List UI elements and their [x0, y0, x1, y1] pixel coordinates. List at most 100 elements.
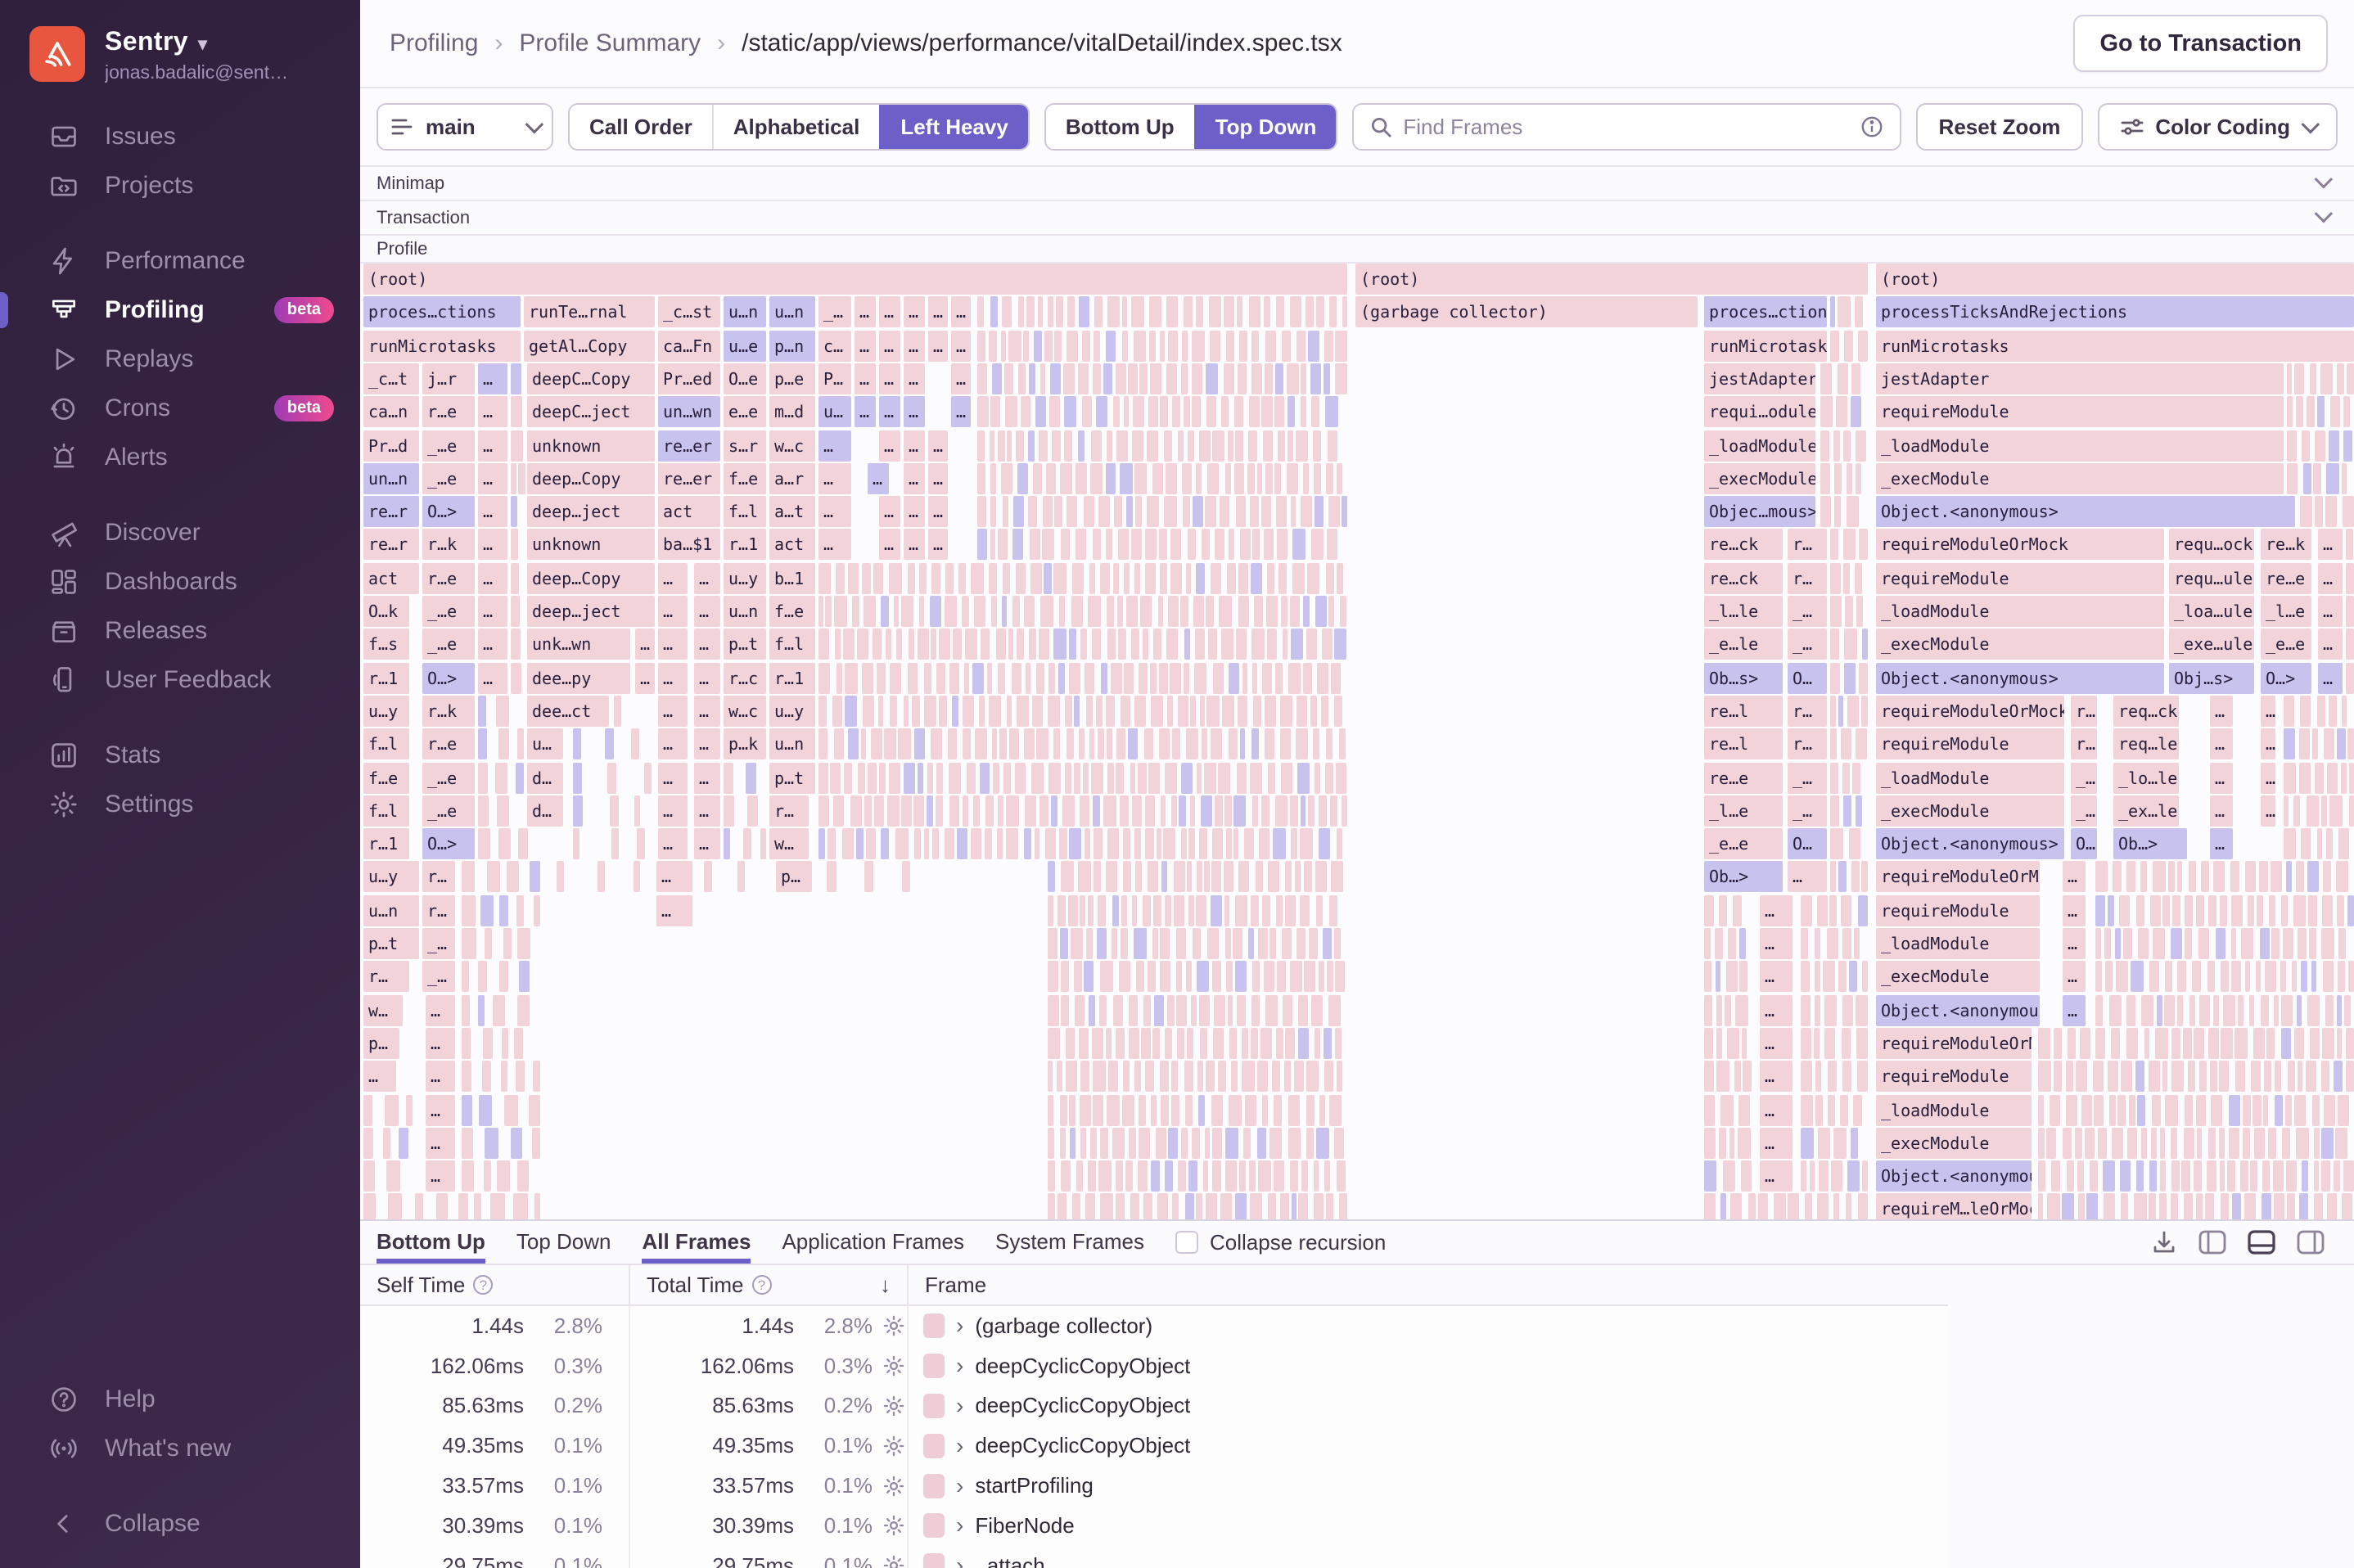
flame-frame-sliver[interactable]: [1335, 331, 1347, 362]
flame-frame-sliver[interactable]: [1098, 895, 1107, 926]
flame-frame[interactable]: runMicrotasks: [363, 331, 521, 362]
flame-frame-sliver[interactable]: [2292, 961, 2297, 992]
flame-frame-sliver[interactable]: [2346, 629, 2354, 660]
flame-frame[interactable]: …: [879, 496, 900, 527]
flame-frame-sliver[interactable]: [996, 629, 1006, 660]
flame-frame-sliver[interactable]: [511, 529, 518, 560]
flame-frame-sliver[interactable]: [502, 1028, 508, 1059]
flame-frame-sliver[interactable]: [1210, 331, 1220, 362]
flame-frame[interactable]: f…l: [363, 728, 409, 759]
flame-frame-sliver[interactable]: [1065, 696, 1073, 727]
flame-frame-sliver[interactable]: [2189, 995, 2195, 1026]
flame-frame-sliver[interactable]: [1285, 895, 1296, 926]
flame-frame-sliver[interactable]: [862, 563, 871, 594]
flame-frame-sliver[interactable]: [2280, 961, 2286, 992]
flame-frame[interactable]: ba…$1: [658, 529, 720, 560]
flame-frame-sliver[interactable]: [1125, 1160, 1132, 1192]
flame-frame-sliver[interactable]: [517, 728, 524, 759]
flame-frame-sliver[interactable]: [908, 563, 915, 594]
flame-frame[interactable]: Object.<anonymous>: [1876, 995, 2040, 1026]
flame-frame-sliver[interactable]: [2121, 1193, 2128, 1219]
flame-frame[interactable]: …: [694, 696, 720, 727]
flame-frame[interactable]: deepC…Copy: [527, 363, 655, 394]
flame-frame-sliver[interactable]: [2274, 995, 2279, 1026]
flame-frame-sliver[interactable]: [1251, 895, 1260, 926]
frame-cell[interactable]: ›_attach: [909, 1546, 1948, 1568]
flame-frame-sliver[interactable]: [2177, 961, 2186, 992]
flame-frame-sliver[interactable]: [1326, 1193, 1333, 1219]
flame-frame-sliver[interactable]: [1704, 1128, 1716, 1159]
flame-frame-sliver[interactable]: [1743, 1061, 1752, 1092]
flame-frame-sliver[interactable]: [1235, 895, 1247, 926]
flame-frame[interactable]: …: [2210, 728, 2233, 759]
flame-frame[interactable]: r…: [769, 795, 809, 827]
flame-frame-sliver[interactable]: [1133, 396, 1144, 427]
flame-frame-sliver[interactable]: [1132, 430, 1143, 462]
flame-frame-sliver[interactable]: [1265, 728, 1274, 759]
flame-frame-sliver[interactable]: [1830, 596, 1842, 627]
flame-frame-sliver[interactable]: [2320, 363, 2333, 394]
flame-frame[interactable]: …: [1788, 861, 1827, 892]
flame-frame-sliver[interactable]: [2335, 1128, 2347, 1159]
flame-frame-sliver[interactable]: [1029, 363, 1035, 394]
flame-frame-sliver[interactable]: [1099, 995, 1107, 1026]
flame-frame-sliver[interactable]: [1212, 1128, 1222, 1159]
flame-frame-sliver[interactable]: [1238, 563, 1248, 594]
flame-frame[interactable]: _…: [1788, 596, 1827, 627]
flame-frame-sliver[interactable]: [1337, 1160, 1346, 1192]
flame-frame-sliver[interactable]: [2171, 1128, 2177, 1159]
flame-frame-sliver[interactable]: [1229, 1028, 1236, 1059]
flame-frame[interactable]: …: [363, 1061, 396, 1092]
flame-frame-sliver[interactable]: [1113, 396, 1120, 427]
flame-frame-sliver[interactable]: [1326, 728, 1333, 759]
flame-frame-sliver[interactable]: [1290, 596, 1300, 627]
flame-frame-sliver[interactable]: [1212, 828, 1224, 859]
flame-frame[interactable]: O…>: [422, 496, 475, 527]
flame-frame[interactable]: _c…st: [658, 296, 720, 327]
sidebar-item-help[interactable]: Help: [0, 1375, 360, 1424]
flame-frame-sliver[interactable]: [1831, 1160, 1842, 1192]
flame-frame-sliver[interactable]: [1016, 563, 1026, 594]
segment-alphabetical[interactable]: Alphabetical: [712, 105, 880, 149]
reset-zoom-button[interactable]: Reset Zoom: [1916, 103, 2084, 151]
flame-frame-sliver[interactable]: [818, 596, 823, 627]
flame-frame-sliver[interactable]: [1067, 331, 1078, 362]
flame-frame-sliver[interactable]: [1135, 861, 1142, 892]
flame-frame-sliver[interactable]: [967, 763, 976, 794]
flame-frame-sliver[interactable]: [1060, 463, 1072, 494]
flame-frame-sliver[interactable]: [2162, 1061, 2167, 1092]
flame-frame[interactable]: _exe…ule: [2169, 629, 2254, 660]
flame-frame[interactable]: …: [658, 629, 688, 660]
flame-frame-sliver[interactable]: [1164, 430, 1172, 462]
flame-frame[interactable]: O…>: [2261, 663, 2311, 694]
flame-frame[interactable]: _loadModule: [1876, 596, 2164, 627]
flame-frame-sliver[interactable]: [1815, 961, 1820, 992]
flame-frame-sliver[interactable]: [1196, 463, 1202, 494]
flame-frame-sliver[interactable]: [2141, 1128, 2147, 1159]
flame-frame-sliver[interactable]: [1820, 496, 1831, 527]
flame-frame-sliver[interactable]: [1148, 763, 1161, 794]
flame-frame-sliver[interactable]: [1327, 961, 1333, 992]
flame-frame-sliver[interactable]: [2066, 1095, 2077, 1126]
flame-frame-sliver[interactable]: [1288, 663, 1301, 694]
flame-frame-sliver[interactable]: [2346, 596, 2354, 627]
flame-frame[interactable]: w…: [769, 828, 809, 859]
flame-frame-sliver[interactable]: [1083, 763, 1089, 794]
flame-frame-sliver[interactable]: [2300, 696, 2311, 727]
flame-frame-sliver[interactable]: [1334, 1128, 1343, 1159]
flame-frame-sliver[interactable]: [363, 1160, 375, 1192]
flame-frame-sliver[interactable]: [498, 828, 511, 859]
flame-frame-sliver[interactable]: [511, 629, 521, 660]
flame-frame-sliver[interactable]: [1050, 363, 1061, 394]
flame-frame-sliver[interactable]: [462, 995, 470, 1026]
flame-frame-sliver[interactable]: [949, 763, 961, 794]
flame-frame-sliver[interactable]: [1817, 895, 1827, 926]
flame-frame-sliver[interactable]: [1301, 396, 1306, 427]
flame-frame-sliver[interactable]: [1151, 696, 1163, 727]
flame-frame-sliver[interactable]: [2105, 961, 2113, 992]
flame-frame-sliver[interactable]: [530, 861, 540, 892]
flame-frame-sliver[interactable]: [1192, 396, 1201, 427]
flame-frame-sliver[interactable]: [2207, 961, 2215, 992]
flame-frame-sliver[interactable]: [2127, 1128, 2137, 1159]
flame-frame-sliver[interactable]: [499, 961, 509, 992]
